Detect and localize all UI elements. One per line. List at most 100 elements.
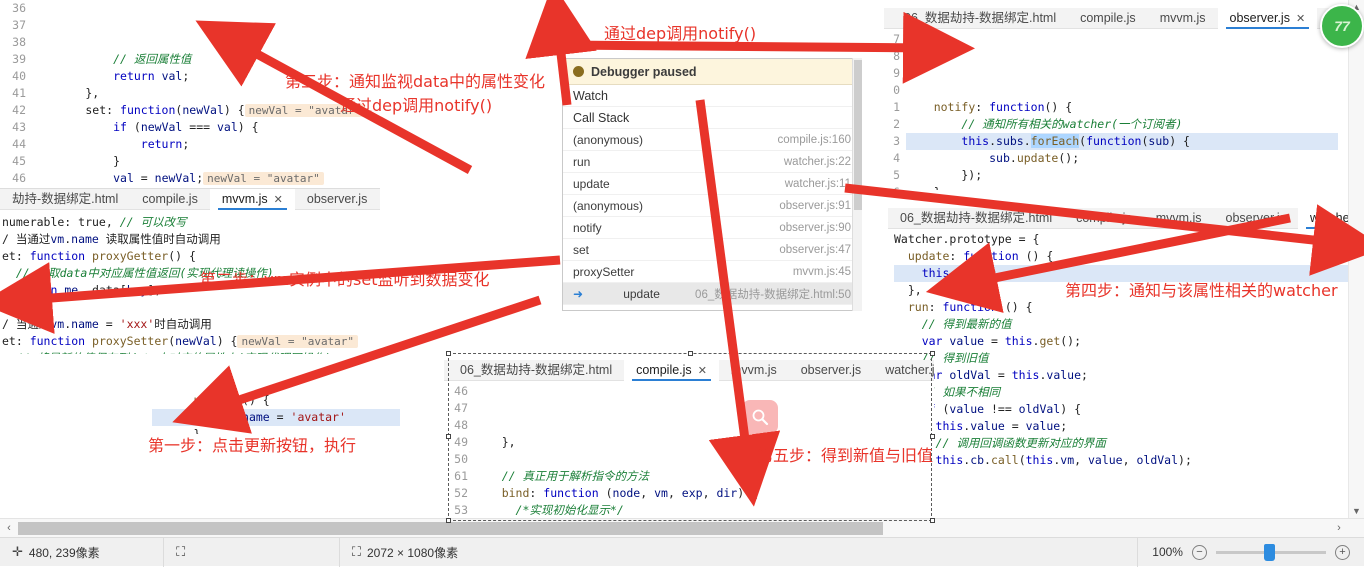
code-line[interactable]: } [906,184,1338,190]
tab-mvvm-js[interactable]: mvvm.js [1144,208,1214,229]
code-line[interactable]: , [2,299,380,316]
code-line[interactable]: var value = this.get(); [894,333,1364,350]
code-panel-observer-top[interactable]: 06_数据劫持-数据绑定.html compile.js mvvm.js observ… [884,8,1338,190]
selection-marquee[interactable] [448,353,932,521]
magnifier-tool-icon[interactable] [742,400,778,434]
code-line[interactable]: // 将最新的值保存到data中对应的属性上(实现代理写操作) [2,350,380,354]
code-line[interactable]: / 当通过vm.name = 'xxx'时自动调用 [2,316,380,333]
tab-06-----------html[interactable]: 06_数据劫持-数据绑定.html [892,8,1068,29]
annotation-step2[interactable]: 第二步：vm实例中的set监听到数据变化 [200,266,490,290]
annotation-step4[interactable]: 通过dep调用notify() [604,20,756,44]
line-number: 6 [884,184,900,190]
hscroll-thumb[interactable] [18,522,883,535]
zoom-controls[interactable]: 100% − + [1138,543,1364,561]
tabbar-mvvm-bottom[interactable]: 劫持-数据绑定.html compile.js mvvm.js ✕ observer.j… [0,189,380,210]
code-line[interactable]: this.cb.call(this.vm, value, oldVal); [894,452,1364,469]
code-line[interactable]: numerable: true, // 可以改写 [2,214,380,231]
code-editor-html-update[interactable]: update () { this.name = 'avatar' } [148,392,400,434]
code-line[interactable]: // 得到旧值 [894,350,1364,367]
tabbar-watcher[interactable]: 06_数据劫持-数据绑定.html compile.js mvvm.js observ… [888,208,1364,229]
vscroll-down-arrow[interactable]: ▼ [1349,506,1364,516]
code-line[interactable]: Watcher.prototype = { [894,231,1364,248]
annotation-step3a[interactable]: 第三步：通知监视data中的属性变化 [285,68,545,92]
zoom-slider-knob[interactable] [1263,543,1275,561]
code-line[interactable]: // 通知所有相关的watcher(一个订阅者) [906,116,1338,133]
code-line[interactable]: val = newVal; newVal = "avatar" [30,170,462,187]
code-editor-watcher[interactable]: Watcher.prototype = { update: function (… [888,229,1364,469]
code-line[interactable]: run: function () { [894,299,1364,316]
code-line[interactable]: if (value !== oldVal) { [894,401,1364,418]
code-line[interactable]: this.name = 'avatar' [152,409,400,426]
tab-observer-js[interactable]: observer.js ✕ [1217,8,1318,29]
code-panel-html-update[interactable]: update () { this.name = 'avatar' } [148,392,400,434]
code-line[interactable]: } [30,153,462,170]
tab-close-icon[interactable]: ✕ [274,194,283,206]
callstack-row[interactable]: (anonymous) compile.js:160 [563,129,861,151]
selection-handle-bl[interactable] [446,518,451,523]
selection-handle-tc[interactable] [688,351,693,356]
canvas-vertical-scrollbar[interactable]: ▲ ▼ [1348,0,1364,518]
code-line[interactable]: / 当通过vm.name 读取属性值时自动调用 [2,231,380,248]
annotation-step5[interactable]: 第四步：通知与该属性相关的watcher [1065,277,1338,301]
code-line[interactable]: // 如果不相同 [894,384,1364,401]
code-line[interactable]: this.value = value; [894,418,1364,435]
tab-mvvm-js[interactable]: mvvm.js ✕ [209,189,295,210]
code-line[interactable]: // 返回属性值 [30,51,462,68]
tabbar-observer-top[interactable]: 06_数据劫持-数据绑定.html compile.js mvvm.js observ… [884,8,1338,29]
code-line[interactable]: et: function proxyGetter() { [2,248,380,265]
code-line[interactable]: if (newVal === val) { [30,119,462,136]
hscroll-left-arrow[interactable]: ‹ [0,522,18,534]
code-line[interactable] [906,82,1338,99]
tab-mvvm-js[interactable]: mvvm.js [1148,8,1218,29]
code-line[interactable]: // 得到最新的值 [894,316,1364,333]
tab-close-icon[interactable]: ✕ [1296,13,1305,25]
zoom-level-label: 100% [1152,545,1183,559]
callstack-row[interactable]: run watcher.js:22 [563,151,861,173]
selection-handle-tr[interactable] [930,351,935,356]
tab-observer-js[interactable]: observer.js [1214,208,1298,229]
debugger-panel[interactable]: Debugger paused Watch Call Stack (anonym… [562,58,862,311]
zoom-in-button[interactable]: + [1334,544,1350,560]
debugger-section-watch[interactable]: Watch [563,85,861,107]
hscroll-right-arrow[interactable]: › [1330,522,1348,534]
tab-compile-js[interactable]: compile.js [1064,208,1144,229]
tab-observer-js[interactable]: observer.js [295,189,379,210]
selection-handle-tl[interactable] [446,351,451,356]
code-line[interactable]: update: function () { [894,248,1364,265]
tab-compile-js[interactable]: compile.js [130,189,210,210]
callstack-row[interactable]: proxySetter mvvm.js:45 [563,261,861,283]
code-line[interactable]: // 调用回调函数更新对应的界面 [894,435,1364,452]
annotation-step1[interactable]: 第一步：点击更新按钮，执行 [148,432,356,456]
callstack-row[interactable]: (anonymous) observer.js:91 [563,195,861,217]
callstack-row[interactable]: set observer.js:47 [563,239,861,261]
code-line[interactable]: notify: function() { [906,99,1338,116]
code-line[interactable]: this.subs.forEach(function(sub) { [906,133,1338,150]
callstack-list[interactable]: (anonymous) compile.js:160 run watcher.js:2… [563,129,861,305]
recording-badge[interactable]: 77 [1320,4,1364,48]
annotation-step3b-text[interactable]: 通过dep调用notify() [340,92,492,116]
code-line[interactable]: return; [30,136,462,153]
annotation-canvas[interactable]: 3637383940414243444546474849 // 返回属性值 re… [0,0,1364,537]
code-line[interactable]: var oldVal = this.value; [894,367,1364,384]
zoom-out-button[interactable]: − [1191,544,1207,560]
callstack-row[interactable]: notify observer.js:90 [563,217,861,239]
debugger-section-callstack[interactable]: Call Stack [563,107,861,129]
tab-compile-js[interactable]: compile.js [1068,8,1148,29]
code-line[interactable]: sub.update(); [906,150,1338,167]
zoom-slider[interactable] [1215,543,1326,561]
debugger-scrollbar[interactable] [852,58,862,311]
annotation-step6[interactable]: 第五步：得到新值与旧值 [757,442,933,466]
tab---------html[interactable]: 劫持-数据绑定.html [0,189,130,210]
debugger-scrollbar-thumb[interactable] [854,60,862,210]
code-line[interactable]: }); [906,167,1338,184]
code-panel-watcher[interactable]: 06_数据劫持-数据绑定.html compile.js mvvm.js observ… [888,208,1364,518]
callstack-row[interactable]: update watcher.js:11 [563,173,861,195]
code-line[interactable]: et: function proxySetter(newVal) {newVal… [2,333,380,350]
code-editor-observer-top[interactable]: 7 8 9 0 1 2 3 4 5 6 notify: function() { // 通知所有相… [884,29,1338,190]
selection-handle-br[interactable] [930,518,935,523]
callstack-row[interactable]: ➜ update 06_数据劫持-数据绑定.html:50 [563,283,861,305]
tab-06-----------html[interactable]: 06_数据劫持-数据绑定.html [888,208,1064,229]
code-line[interactable]: update () { [152,392,400,409]
selection-handle-mr[interactable] [930,434,935,439]
selection-handle-ml[interactable] [446,434,451,439]
